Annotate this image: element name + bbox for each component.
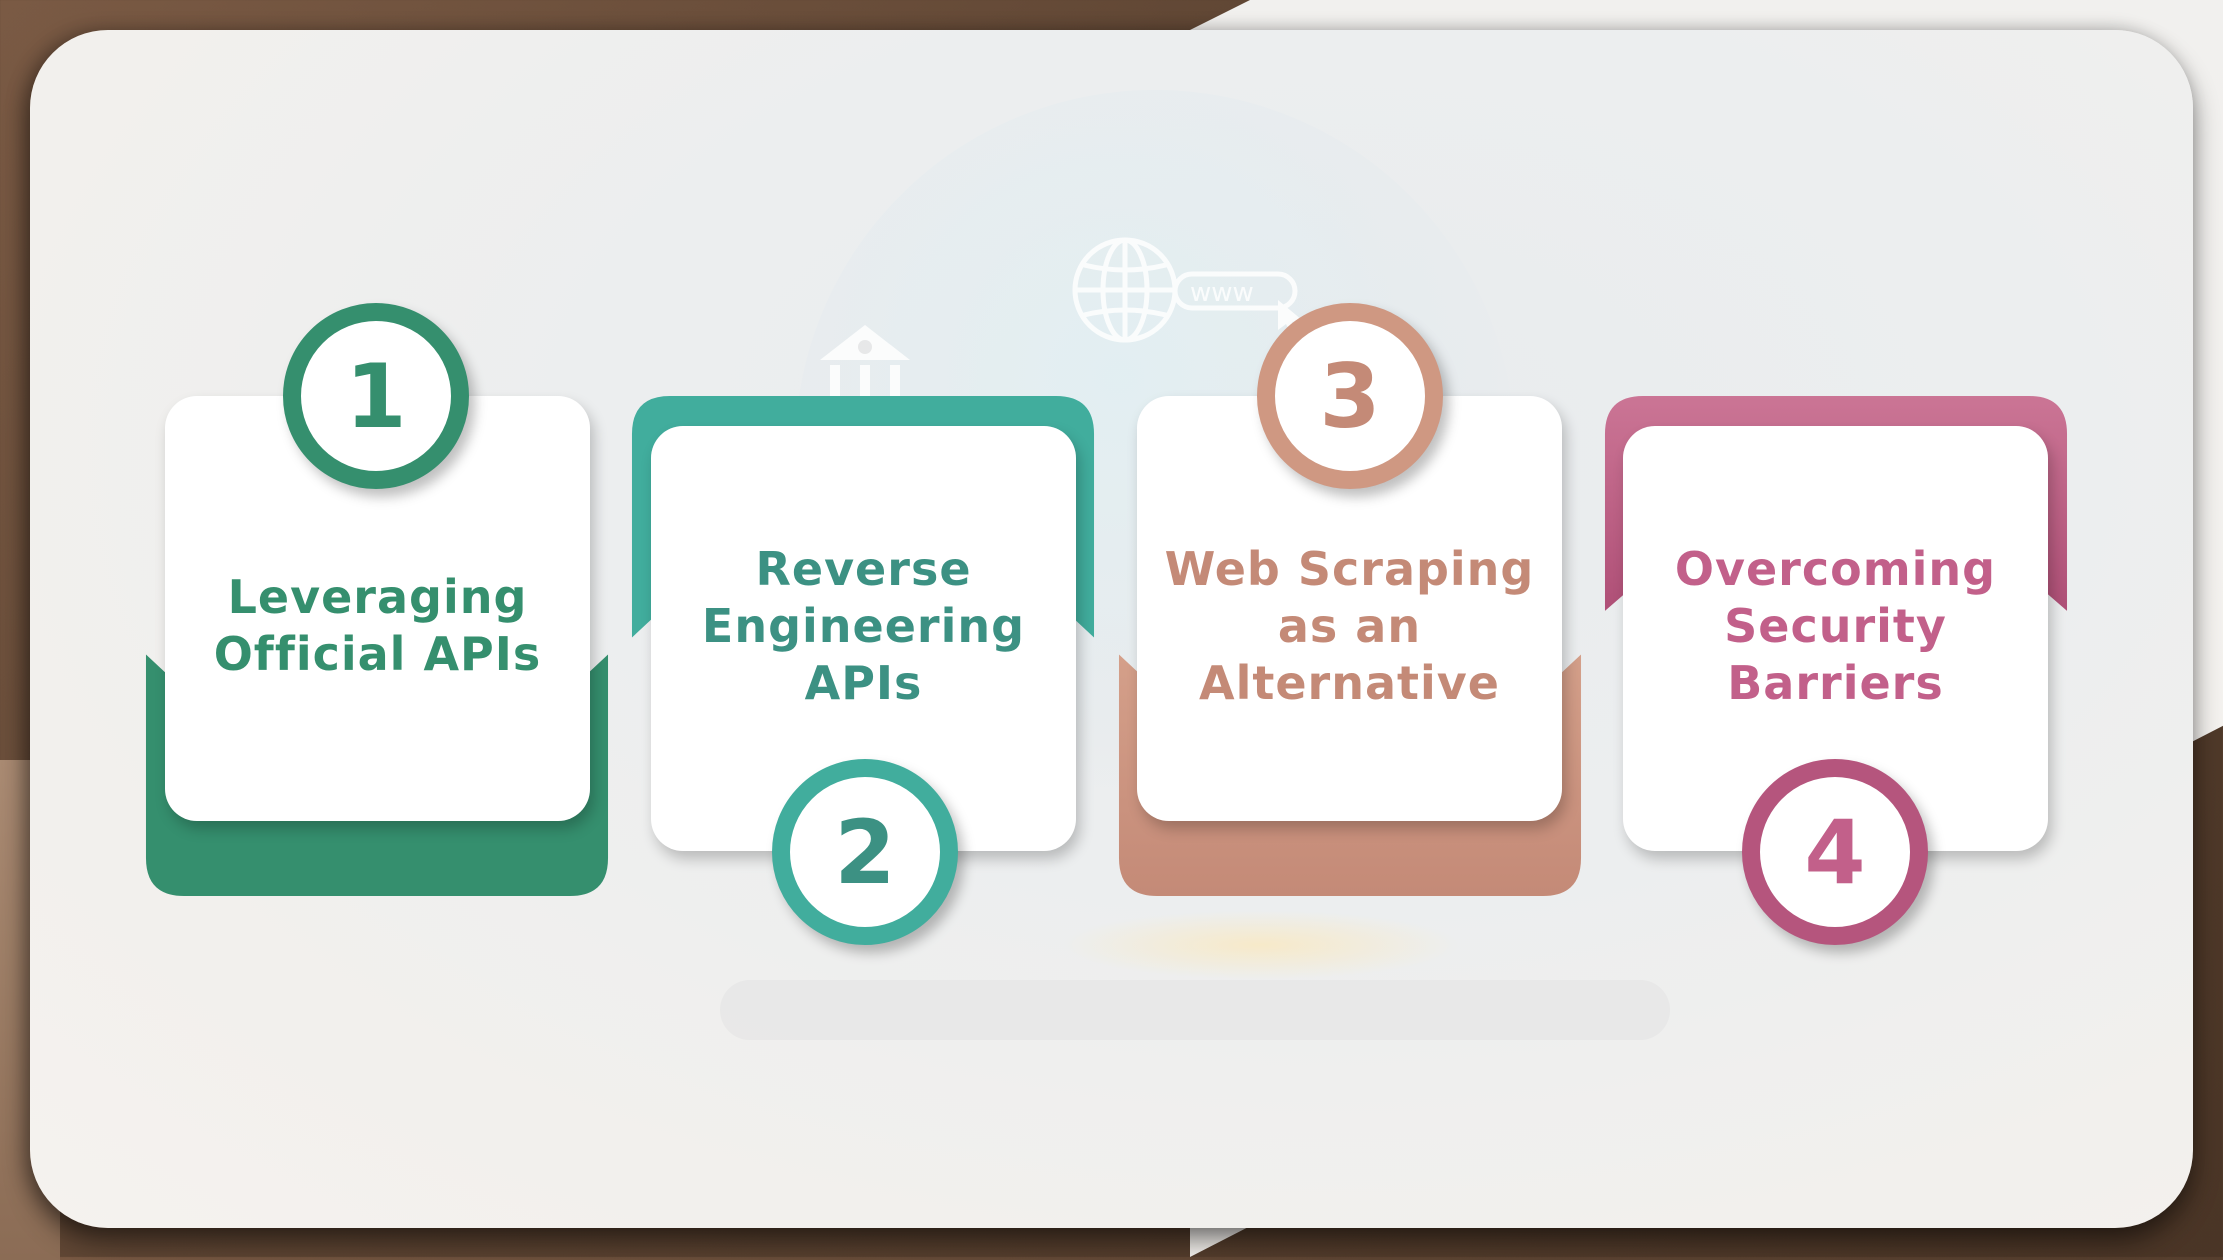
www-label: www <box>1190 278 1254 308</box>
step-3-title: Web Scraping as an Alternative <box>1137 541 1562 712</box>
step-4-title-line-1: Overcoming <box>1674 542 1997 596</box>
step-2-title-line-1: Reverse <box>755 542 972 596</box>
step-2-number-badge: 2 <box>772 759 958 945</box>
step-2-title: Reverse Engineering APIs <box>651 541 1076 712</box>
step-4-title-line-3: Barriers <box>1727 656 1944 710</box>
step-2-title-line-3: APIs <box>804 656 923 710</box>
step-1-number: 1 <box>345 344 407 448</box>
step-3-number-badge: 3 <box>1257 303 1443 489</box>
step-1-number-badge: 1 <box>283 303 469 489</box>
step-3-title-line-2: as an <box>1277 599 1422 653</box>
step-2-title-line-2: Engineering <box>701 599 1026 653</box>
step-1-title: Leveraging Official APIs <box>165 569 590 683</box>
step-2-number: 2 <box>834 800 896 904</box>
background-glow <box>1060 910 1460 980</box>
background-phone <box>720 980 1670 1040</box>
step-4-number-badge: 4 <box>1742 759 1928 945</box>
step-4-title-line-2: Security <box>1724 599 1947 653</box>
main-panel: www Leveraging Official APIs 1 Reverse E… <box>30 30 2193 1228</box>
step-3-title-line-1: Web Scraping <box>1164 542 1535 596</box>
step-1-title-line-2: Official APIs <box>213 627 542 681</box>
step-1-title-line-1: Leveraging <box>227 570 528 624</box>
step-4-number: 4 <box>1804 800 1866 904</box>
step-3-title-line-3: Alternative <box>1199 656 1500 710</box>
step-3-number: 3 <box>1319 344 1381 448</box>
step-4-title: Overcoming Security Barriers <box>1623 541 2048 712</box>
